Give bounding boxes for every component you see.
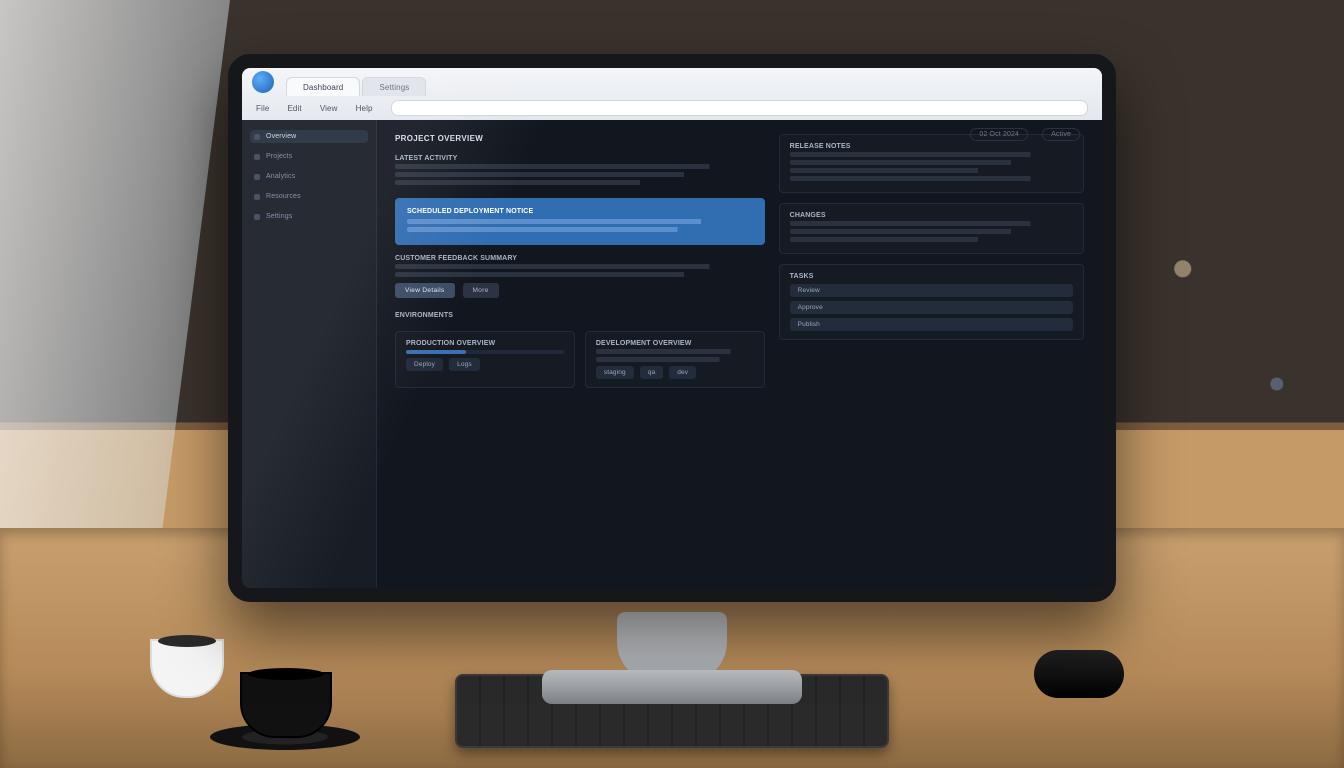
page-title: Project Overview (395, 134, 765, 143)
monitor: Dashboard Settings File Edit View Help O… (228, 54, 1116, 602)
chip-staging[interactable]: staging (596, 366, 634, 379)
task-approve[interactable]: Approve (790, 301, 1073, 314)
card-title: Development Overview (596, 340, 754, 347)
sidebar-item-label: Projects (266, 153, 292, 160)
meta-status: Active (1042, 128, 1080, 141)
panel-text (790, 221, 1073, 242)
bullet-icon (254, 174, 260, 180)
section-intro: Latest Activity (395, 155, 765, 188)
black-cup (240, 672, 332, 738)
callout-panel: Scheduled Deployment Notice (395, 198, 765, 245)
panel-title: Changes (790, 212, 1073, 219)
section2-text (395, 264, 765, 277)
header-meta: 02 Oct 2024 Active (970, 128, 1080, 141)
chip-qa[interactable]: qa (640, 366, 664, 379)
right-column: Release Notes Changes Tasks Review Appro… (779, 134, 1084, 576)
progress-bar (406, 350, 564, 354)
sidebar-item-label: Overview (266, 133, 296, 140)
card-production: Production Overview Deploy Logs (395, 331, 575, 388)
content-area: 02 Oct 2024 Active Project Overview Late… (377, 120, 1102, 588)
panel-text (790, 152, 1073, 181)
menu-help[interactable]: Help (356, 104, 373, 113)
sidebar-item-label: Resources (266, 193, 301, 200)
sidebar-item-analytics[interactable]: Analytics (250, 170, 368, 183)
panel-changes: Changes (779, 203, 1084, 254)
cards-heading: Environments (395, 312, 765, 319)
logs-button[interactable]: Logs (449, 358, 480, 371)
card-title: Production Overview (406, 340, 564, 347)
task-review[interactable]: Review (790, 284, 1073, 297)
meta-date: 02 Oct 2024 (970, 128, 1028, 141)
screen: Dashboard Settings File Edit View Help O… (242, 68, 1102, 588)
main-column: Project Overview Latest Activity Schedul… (395, 134, 765, 576)
callout-text (407, 219, 753, 232)
chip-dev[interactable]: dev (669, 366, 696, 379)
tab-settings[interactable]: Settings (362, 77, 426, 96)
section2-heading: Customer Feedback Summary (395, 255, 765, 262)
menu-file[interactable]: File (256, 104, 269, 113)
sidebar-item-projects[interactable]: Projects (250, 150, 368, 163)
panel-tasks: Tasks Review Approve Publish (779, 264, 1084, 340)
tab-strip: Dashboard Settings (242, 68, 1102, 96)
computer-mouse (1034, 650, 1124, 698)
sidebar-item-settings[interactable]: Settings (250, 210, 368, 223)
browser-chrome: Dashboard Settings File Edit View Help (242, 68, 1102, 120)
tab-dashboard[interactable]: Dashboard (286, 77, 360, 96)
monitor-stand (617, 612, 727, 682)
menu-edit[interactable]: Edit (287, 104, 301, 113)
intro-heading: Latest Activity (395, 155, 765, 162)
workspace-scene: Dashboard Settings File Edit View Help O… (0, 0, 1344, 768)
card-text (596, 349, 754, 362)
more-button[interactable]: More (463, 283, 499, 298)
page-body: Overview Projects Analytics Resources (242, 120, 1102, 588)
browser-toolbar: File Edit View Help (242, 96, 1102, 120)
bullet-icon (254, 214, 260, 220)
deploy-button[interactable]: Deploy (406, 358, 443, 371)
view-details-button[interactable]: View Details (395, 283, 455, 298)
menu-view[interactable]: View (320, 104, 338, 113)
bullet-icon (254, 134, 260, 140)
sidebar-item-overview[interactable]: Overview (250, 130, 368, 143)
panel-release-notes: Release Notes (779, 134, 1084, 193)
callout-heading: Scheduled Deployment Notice (407, 208, 753, 215)
intro-text (395, 164, 765, 185)
card-row: Production Overview Deploy Logs Developm… (395, 331, 765, 388)
panel-title: Release Notes (790, 143, 1073, 150)
sidebar: Overview Projects Analytics Resources (242, 120, 377, 588)
section-feedback: Customer Feedback Summary View Details M… (395, 255, 765, 298)
sidebar-item-label: Analytics (266, 173, 295, 180)
bullet-icon (254, 194, 260, 200)
card-development: Development Overview staging qa dev (585, 331, 765, 388)
window-light (0, 0, 230, 540)
task-publish[interactable]: Publish (790, 318, 1073, 331)
url-bar[interactable] (391, 100, 1088, 116)
panel-title: Tasks (790, 273, 1073, 280)
bullet-icon (254, 154, 260, 160)
sidebar-item-resources[interactable]: Resources (250, 190, 368, 203)
sidebar-item-label: Settings (266, 213, 292, 220)
browser-logo-icon (252, 71, 274, 93)
